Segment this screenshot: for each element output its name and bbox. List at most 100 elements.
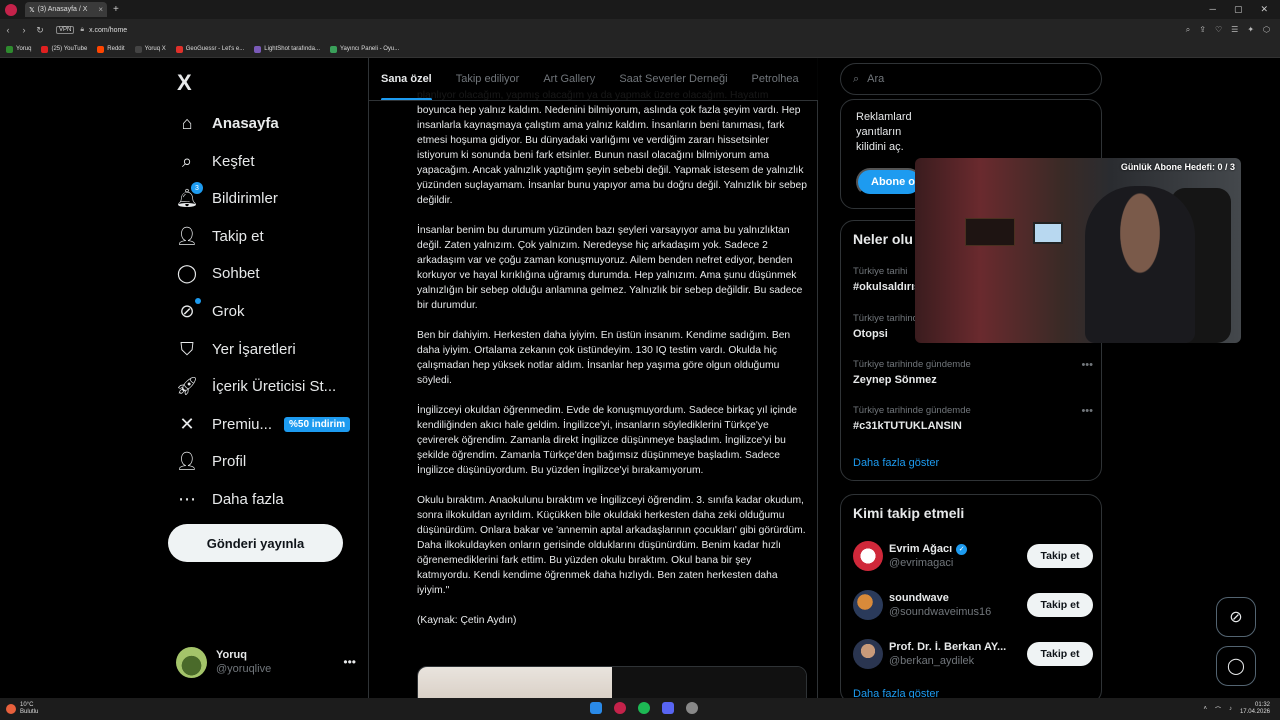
reload-icon[interactable]: ↻: [32, 25, 48, 36]
sidebar-item-home[interactable]: ⌂ Anasayfa: [176, 108, 279, 138]
grok-float-icon[interactable]: ⊘: [1216, 597, 1256, 637]
subscribe-button[interactable]: Abone ol: [856, 168, 922, 196]
browser-tab-bar: 𝕏 (3) Anasayfa / X × + ─ ▢ ✕: [0, 0, 1280, 19]
search-input[interactable]: [867, 73, 1068, 85]
follow-button[interactable]: Takip et: [1027, 593, 1093, 617]
sidebar-item-chat[interactable]: ◯ Sohbet: [176, 258, 260, 288]
taskbar-apps: [590, 702, 698, 714]
follow-handle: @soundwaveimus16: [889, 606, 992, 618]
bookmark-label: GeoGuessr - Let's e...: [185, 46, 245, 52]
verified-badge-icon: ✓: [956, 543, 968, 555]
follow-title: Kimi takip etmeli: [853, 505, 965, 521]
messages-float-icon[interactable]: ◯: [1216, 646, 1256, 686]
minimize-icon[interactable]: ─: [1210, 4, 1216, 15]
account-switcher[interactable]: Yoruq @yoruqlive •••: [176, 644, 356, 680]
sidebar-menu-icon[interactable]: ☰: [1231, 25, 1238, 35]
more-options-icon[interactable]: •••: [1081, 405, 1093, 417]
bookmark-star-icon[interactable]: ♡: [1215, 25, 1222, 35]
sidebar-item-premium[interactable]: ✕ Premiu... %50 indirim: [176, 409, 351, 439]
new-tab-icon[interactable]: +: [113, 4, 119, 15]
sidebar-item-explore[interactable]: ⌕ Keşfet: [176, 146, 255, 176]
follow-handle: @berkan_aydilek: [889, 655, 975, 667]
forward-icon[interactable]: ›: [16, 25, 32, 35]
vpn-badge[interactable]: VPN: [56, 26, 75, 34]
bookmark-item[interactable]: Yoruq: [6, 45, 31, 53]
browser-tab[interactable]: 𝕏 (3) Anasayfa / X ×: [25, 2, 107, 17]
tab-art-gallery[interactable]: Art Gallery: [531, 58, 607, 100]
follow-suggestion[interactable]: soundwave @soundwaveimus16 Takip et: [853, 587, 1093, 623]
maximize-icon[interactable]: ▢: [1234, 4, 1243, 15]
sidebar-item-creator-studio[interactable]: 🚀︎ İçerik Üreticisi St...: [176, 371, 337, 401]
post-image[interactable]: [612, 667, 806, 698]
network-icon[interactable]: ⌒: [1215, 705, 1221, 714]
clock[interactable]: 01:32 17.04.2026: [1240, 702, 1270, 716]
tab-petrolhead[interactable]: Petrolhea: [740, 58, 811, 100]
trend-item[interactable]: Türkiye tarihinde gündemde Zeynep Sönmez…: [853, 359, 1093, 386]
account-handle: @yoruqlive: [216, 663, 272, 675]
more-options-icon[interactable]: •••: [1081, 359, 1093, 371]
search-box[interactable]: ⌕: [840, 63, 1102, 95]
weather-text: 10°C Bulutlu: [20, 702, 38, 716]
x-logo-icon[interactable]: X: [177, 70, 192, 96]
weather-widget[interactable]: 10°C Bulutlu: [6, 702, 38, 716]
unread-dot: [195, 298, 201, 304]
post-paragraph: planlıyor olacağım, yapmış olacağım ya d…: [417, 90, 807, 206]
extensions-puzzle-icon[interactable]: ⬡: [1263, 25, 1270, 35]
avatar[interactable]: [853, 639, 883, 669]
lock-icon[interactable]: 🔒︎: [80, 26, 84, 34]
browser-logo-icon[interactable]: [5, 3, 17, 16]
post-image[interactable]: [418, 667, 612, 698]
more-options-icon[interactable]: •••: [343, 655, 356, 669]
sidebar-item-follow[interactable]: 👤︎ Takip et: [176, 221, 264, 251]
bookmark-item[interactable]: (25) YouTube: [41, 45, 87, 53]
zoom-icon[interactable]: ⌕: [1186, 25, 1190, 35]
sidebar-item-bookmarks[interactable]: ⛉ Yer İşaretleri: [176, 334, 295, 364]
tab-following[interactable]: Takip ediliyor: [444, 58, 532, 100]
back-icon[interactable]: ‹: [0, 25, 16, 35]
post-paragraph: İnsanlar benim bu durumum yüzünden bazı …: [417, 225, 803, 311]
bookmark-item[interactable]: Reddit: [97, 45, 125, 53]
address-bar-row: ‹ › ↻ VPN 🔒︎ x.com/home ⌕ ⇪ ♡ ☰ ✦ ⬡: [0, 19, 1280, 41]
avatar[interactable]: [853, 541, 883, 571]
sidebar-item-grok[interactable]: ⊘ Grok: [176, 296, 245, 326]
opera-icon[interactable]: [614, 702, 626, 714]
post-paragraph: Okulu bıraktım. Anaokulunu bıraktım ve İ…: [417, 495, 806, 596]
close-window-icon[interactable]: ✕: [1260, 4, 1268, 15]
sidebar-item-notifications[interactable]: 🔔︎ 3 Bildirimler: [176, 182, 278, 213]
search-icon: ⌕: [853, 72, 860, 85]
volume-icon[interactable]: ♪: [1229, 706, 1232, 712]
post-button[interactable]: Gönderi yayınla: [168, 524, 343, 562]
streamer: [1085, 186, 1195, 343]
sidebar-item-label: Daha fazla: [212, 490, 284, 508]
obs-icon[interactable]: [686, 702, 698, 714]
bookmark-item[interactable]: GeoGuessr - Let's e...: [175, 45, 245, 53]
discord-icon[interactable]: [662, 702, 674, 714]
weather-condition: Bulutlu: [20, 709, 39, 715]
sidebar-item-more[interactable]: ⋯ Daha fazla: [176, 484, 284, 514]
bookmark-icon: [6, 45, 13, 53]
tray-chevron-icon[interactable]: ˄: [1203, 706, 1207, 712]
tab-for-you[interactable]: Sana özel: [369, 58, 444, 100]
discount-badge: %50 indirim: [284, 416, 351, 432]
follow-button[interactable]: Takip et: [1027, 642, 1093, 666]
spotify-icon[interactable]: [638, 702, 650, 714]
follow-suggestion[interactable]: Prof. Dr. İ. Berkan AY... @berkan_aydile…: [853, 636, 1093, 672]
windows-start-icon[interactable]: [590, 702, 602, 714]
bookmark-item[interactable]: Yayıncı Paneli - Oyu...: [330, 45, 399, 53]
url-field[interactable]: x.com/home: [89, 27, 127, 34]
show-more-trends-link[interactable]: Daha fazla göster: [853, 457, 939, 469]
trend-item[interactable]: Türkiye tarihinde gündemde #c31kTUTUKLAN…: [853, 405, 1093, 432]
bookmark-item[interactable]: LightShot tarafında...: [254, 45, 320, 53]
follow-button[interactable]: Takip et: [1027, 544, 1093, 568]
avatar[interactable]: [853, 590, 883, 620]
follow-name: soundwave: [889, 592, 1014, 604]
sidebar-item-profile[interactable]: 👤︎ Profil: [176, 446, 247, 476]
bookmark-item[interactable]: Yoruq X: [134, 45, 166, 53]
tab-watch-lovers[interactable]: Saat Severler Derneği: [607, 58, 739, 100]
share-icon[interactable]: ⇪: [1199, 25, 1206, 35]
close-tab-icon[interactable]: ×: [98, 5, 103, 14]
show-more-follow-link[interactable]: Daha fazla göster: [853, 688, 939, 698]
extension-icon[interactable]: ✦: [1247, 25, 1254, 35]
follow-suggestion[interactable]: Evrim Ağacı ✓ @evrimagaci Takip et: [853, 538, 1093, 574]
post-media[interactable]: [417, 666, 807, 698]
